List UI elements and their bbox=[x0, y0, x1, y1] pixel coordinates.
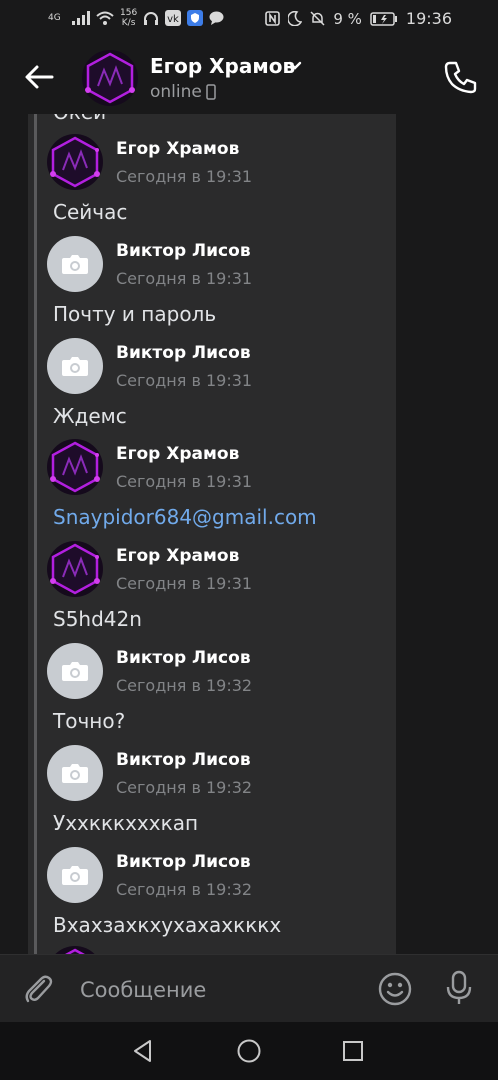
signal-icon bbox=[72, 11, 90, 25]
message-item[interactable]: Виктор Лисов Сегодня в 19:32 Вхахзахкхухах… bbox=[28, 846, 396, 949]
avatar[interactable] bbox=[47, 439, 103, 496]
message-author[interactable]: Егор Храмов bbox=[116, 139, 239, 159]
status-bar-right: 9 % 19:36 bbox=[265, 9, 452, 28]
message-author[interactable]: Виктор Лисов bbox=[116, 750, 251, 770]
nav-back-icon[interactable] bbox=[130, 1038, 156, 1064]
message-time: Сегодня в 19:31 bbox=[116, 574, 253, 594]
camera-icon bbox=[62, 763, 88, 783]
nav-home-icon[interactable] bbox=[236, 1038, 262, 1064]
message-text: Точно? bbox=[53, 709, 126, 733]
message-text: Уххкккхххкап bbox=[53, 810, 199, 835]
network-speed-value: 156 bbox=[120, 8, 138, 18]
status-bar-left: 4G 156 K/s vk bbox=[48, 8, 224, 28]
mobile-device-icon bbox=[206, 84, 216, 100]
message-link[interactable]: Snaypidor684@gmail.com bbox=[53, 505, 317, 529]
shield-icon bbox=[187, 10, 204, 26]
battery-percent: 9 % bbox=[333, 9, 362, 28]
avatar[interactable] bbox=[47, 744, 103, 801]
message-text: Вхахзахкхухахахкккх bbox=[53, 912, 282, 937]
avatar[interactable] bbox=[47, 643, 103, 699]
chat-bubble-icon bbox=[209, 11, 224, 25]
vk-badge-icon: vk bbox=[165, 10, 182, 26]
system-nav-bar bbox=[0, 1022, 498, 1080]
contact-name[interactable]: Егор Храмов bbox=[150, 54, 295, 78]
paperclip-icon[interactable] bbox=[20, 971, 56, 1007]
camera-icon bbox=[62, 865, 88, 885]
headphones-icon bbox=[144, 11, 159, 25]
chat-header: Егор Храмов online bbox=[0, 38, 498, 114]
status-bar: 4G 156 K/s vk 9 % 19:36 bbox=[0, 0, 498, 38]
wifi-icon bbox=[96, 11, 114, 25]
online-status: online bbox=[150, 82, 202, 102]
avatar[interactable] bbox=[47, 235, 103, 292]
message-author[interactable]: Егор Храмов bbox=[116, 444, 239, 464]
microphone-icon[interactable] bbox=[441, 969, 477, 1007]
camera-icon bbox=[62, 356, 88, 376]
message-text: Почту и пароль bbox=[53, 301, 217, 326]
network-speed-unit: K/s bbox=[121, 18, 136, 28]
chevron-down-icon[interactable] bbox=[286, 56, 304, 74]
camera-icon bbox=[62, 254, 88, 274]
avatar[interactable] bbox=[47, 846, 103, 903]
back-arrow-icon[interactable] bbox=[22, 60, 56, 94]
message-composer bbox=[0, 954, 498, 1023]
battery-icon bbox=[370, 11, 397, 26]
message-input[interactable] bbox=[78, 971, 362, 1009]
message-author[interactable]: Виктор Лисов bbox=[116, 648, 251, 668]
message-author[interactable]: Виктор Лисов bbox=[116, 852, 251, 872]
avatar[interactable] bbox=[47, 541, 103, 598]
message-time: Сегодня в 19:31 bbox=[116, 370, 253, 390]
message-item[interactable]: Егор Храмов Сегодня в 19:31 Сейчас bbox=[28, 134, 396, 236]
message-author[interactable]: Виктор Лисов bbox=[116, 241, 251, 261]
message-text: S5hd42n bbox=[53, 607, 142, 632]
message-time: Сегодня в 19:31 bbox=[116, 472, 253, 492]
nav-recent-apps-icon[interactable] bbox=[341, 1039, 365, 1063]
message-time: Сегодня в 19:32 bbox=[116, 676, 253, 695]
network-type: 4G bbox=[48, 12, 61, 23]
nfc-icon bbox=[265, 11, 281, 26]
message-thread[interactable]: Окей Егор Храмов Сегодня в 19:31 Сейчас Вик… bbox=[28, 114, 396, 954]
message-item[interactable]: Виктор Лисов Сегодня в 19:32 Точно? bbox=[28, 643, 396, 745]
phone-call-icon[interactable] bbox=[442, 58, 480, 96]
avatar[interactable] bbox=[47, 134, 103, 190]
message-item[interactable]: Виктор Лисов Сегодня в 19:31 Почту и парол… bbox=[28, 235, 396, 338]
previous-message-text: Окей bbox=[53, 114, 106, 124]
message-author[interactable]: Виктор Лисов bbox=[116, 343, 251, 363]
message-item[interactable]: Виктор Лисов Сегодня в 19:32 Уххкккхххкап bbox=[28, 744, 396, 847]
message-text: Сейчас bbox=[53, 200, 128, 224]
moon-icon bbox=[288, 11, 303, 26]
message-time: Сегодня в 19:31 bbox=[116, 268, 253, 288]
avatar[interactable] bbox=[82, 50, 138, 106]
bell-muted-icon bbox=[310, 11, 325, 26]
message-item[interactable]: Егор Храмов Сегодня в 19:31 S5hd42n bbox=[28, 541, 396, 643]
message-time: Сегодня в 19:32 bbox=[116, 879, 253, 899]
clock: 19:36 bbox=[405, 9, 452, 28]
message-time: Сегодня в 19:32 bbox=[116, 777, 253, 797]
avatar[interactable] bbox=[47, 337, 103, 394]
network-speed: 156 K/s bbox=[120, 8, 137, 28]
message-item[interactable]: Егор Храмов Сегодня в 19:31 Snaypidor684@g… bbox=[28, 439, 396, 541]
message-item[interactable]: Виктор Лисов Сегодня в 19:31 Ждемс bbox=[28, 337, 396, 440]
camera-icon bbox=[62, 662, 88, 681]
message-text: Ждемс bbox=[53, 403, 127, 428]
emoji-icon[interactable] bbox=[377, 971, 413, 1007]
message-time: Сегодня в 19:31 bbox=[116, 167, 253, 186]
svg-text:vk: vk bbox=[167, 14, 179, 25]
message-author[interactable]: Егор Храмов bbox=[116, 546, 239, 566]
